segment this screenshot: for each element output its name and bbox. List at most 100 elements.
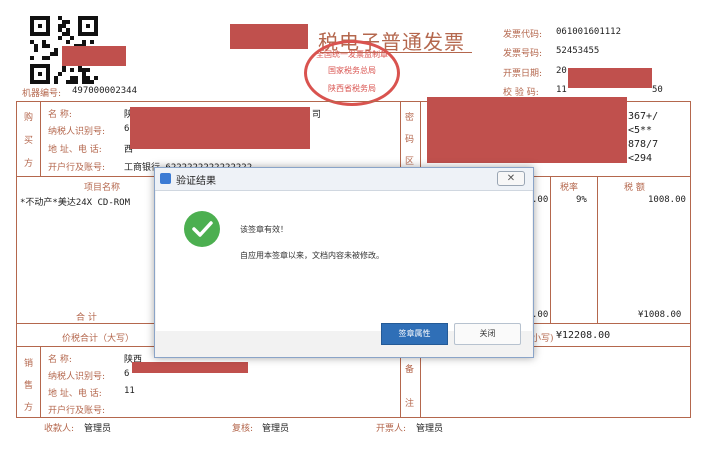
buyer-side-label: 买 — [24, 136, 34, 146]
subtotal-tax: ¥1008.00 — [638, 310, 682, 320]
payee-value: 管理员 — [84, 424, 112, 434]
password-line: 878/7 — [628, 139, 659, 150]
qr-module — [66, 20, 70, 24]
drawer-label: 开票人: — [376, 424, 407, 434]
qr-module — [46, 56, 50, 60]
seller-side-label: 方 — [24, 403, 34, 413]
qr-module — [70, 68, 74, 72]
qr-module — [54, 52, 58, 56]
buyer-name-suffix: 司 — [312, 110, 322, 120]
number-label: 发票号码: — [503, 49, 543, 59]
reviewer-value: 管理员 — [262, 424, 290, 434]
qr-module — [94, 76, 98, 80]
seller-side-label: 售 — [24, 381, 34, 391]
qr-module — [30, 16, 34, 36]
buyer-side-label: 购 — [24, 113, 34, 123]
signature-valid-message: 该签章有效！ — [240, 225, 288, 234]
total-small-value: ¥12208.00 — [556, 330, 611, 341]
qr-module — [86, 68, 90, 72]
seller-address-value: 11 — [124, 386, 135, 396]
close-button[interactable]: 关闭 — [454, 323, 521, 345]
qr-module — [46, 64, 50, 84]
buyer-address-label: 地 址、电 话: — [48, 145, 102, 155]
table-border-right — [690, 101, 691, 417]
stamp-line: 国家税务总局 — [328, 66, 376, 75]
buyer-name-label: 名 称: — [48, 110, 72, 120]
password-area-label: 密 — [405, 113, 415, 123]
qr-module — [38, 72, 42, 76]
code-label: 发票代码: — [503, 30, 543, 40]
column-divider — [597, 176, 598, 323]
qr-module — [58, 72, 62, 76]
stamp-line: 陕西省税务局 — [328, 84, 376, 93]
qr-module — [78, 16, 82, 36]
check-value-start: 11 — [556, 85, 567, 95]
qr-module — [90, 80, 94, 84]
qr-module — [30, 56, 34, 60]
signature-properties-button[interactable]: 签章属性 — [381, 323, 448, 345]
check-value-end: 50 — [652, 85, 663, 95]
date-label: 开票日期: — [503, 69, 543, 79]
qr-module — [58, 36, 62, 40]
total-label: 价税合计（大写） — [62, 334, 135, 344]
column-divider — [550, 176, 551, 323]
item-tax: 1008.00 — [648, 195, 686, 205]
item-name: *不动产*美达24X CD-ROM — [20, 198, 131, 208]
drawer-value: 管理员 — [416, 424, 444, 434]
password-line: 367+/ — [628, 111, 659, 122]
buyer-bank-label: 开户行及账号: — [48, 163, 106, 173]
subtotal-label: 合 计 — [76, 313, 97, 323]
remark-label: 注 — [405, 399, 415, 409]
qr-module — [46, 16, 50, 36]
qr-module — [66, 40, 70, 44]
redaction-block — [130, 107, 310, 149]
qr-module — [94, 16, 98, 36]
qr-module — [38, 24, 42, 28]
seller-name-label: 名 称: — [48, 355, 72, 365]
items-header: 项目名称 — [84, 183, 121, 193]
seller-tax-id-label: 纳税人识别号: — [48, 372, 106, 382]
check-circle-icon — [184, 211, 220, 247]
qr-module — [34, 48, 38, 52]
date-value: 20 — [556, 66, 567, 76]
machine-no-value: 497000002344 — [72, 86, 138, 96]
stamp-line: 全国统一发票监制章 — [316, 50, 388, 59]
close-icon: ✕ — [506, 173, 516, 184]
dialog-body: 该签章有效！ 自应用本签章以来，文档内容未被修改。 — [156, 191, 532, 331]
redaction-block — [132, 362, 248, 373]
dialog-title-bar[interactable]: 验证结果 ✕ — [155, 168, 533, 191]
redaction-block — [568, 68, 652, 88]
buyer-tax-id-value: 6 — [124, 124, 130, 134]
item-rate: 9% — [576, 195, 587, 205]
password-divider-2 — [420, 101, 421, 176]
verification-dialog: 验证结果 ✕ 该签章有效！ 自应用本签章以来，文档内容未被修改。 签章属性 关闭 — [154, 167, 534, 358]
official-stamp: 全国统一发票监制章 国家税务总局 陕西省税务局 — [304, 40, 400, 106]
password-line: <294 — [628, 153, 653, 164]
qr-module — [90, 40, 94, 44]
code-value: 061001601112 — [556, 27, 622, 37]
qr-module — [86, 24, 90, 28]
seller-bank-label: 开户行及账号: — [48, 406, 106, 416]
table-border-left — [16, 101, 17, 417]
close-window-button[interactable]: ✕ — [497, 171, 525, 186]
item-amount: .00 — [532, 195, 549, 205]
number-value: 52453455 — [556, 46, 600, 56]
seller-side-label: 销 — [24, 359, 34, 369]
seller-tax-id-value: 6 — [124, 369, 130, 379]
password-area-label: 码 — [405, 135, 415, 145]
payee-label: 收款人: — [44, 424, 75, 434]
app-icon — [160, 173, 171, 184]
document-unmodified-message: 自应用本签章以来，文档内容未被修改。 — [240, 251, 384, 260]
password-line: <5** — [628, 125, 653, 136]
qr-module — [30, 64, 34, 84]
table-border-bottom — [16, 417, 691, 418]
total-small-label: 小写) — [532, 334, 554, 344]
redaction-block — [230, 24, 308, 49]
subtotal-amount: .00 — [532, 310, 549, 320]
buyer-divider — [40, 101, 41, 176]
machine-no-label: 机器编号: — [22, 89, 62, 99]
qr-module — [62, 68, 66, 72]
redaction-block — [427, 97, 627, 163]
qr-module — [70, 36, 74, 40]
seller-address-label: 地 址、电 话: — [48, 389, 102, 399]
